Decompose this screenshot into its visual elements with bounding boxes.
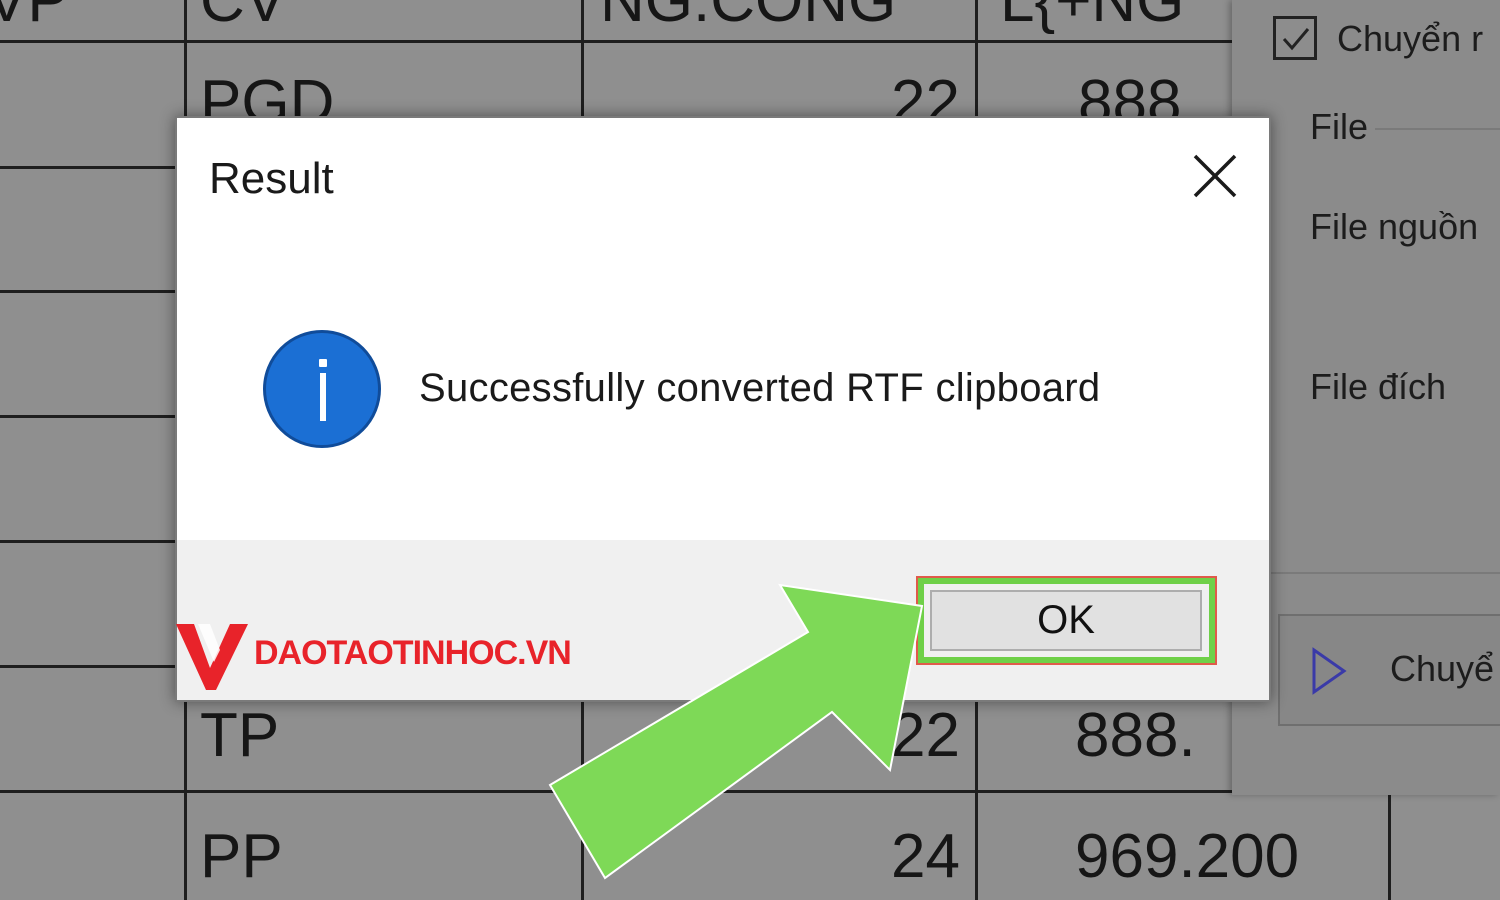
green-arrow-annotation <box>548 583 924 880</box>
